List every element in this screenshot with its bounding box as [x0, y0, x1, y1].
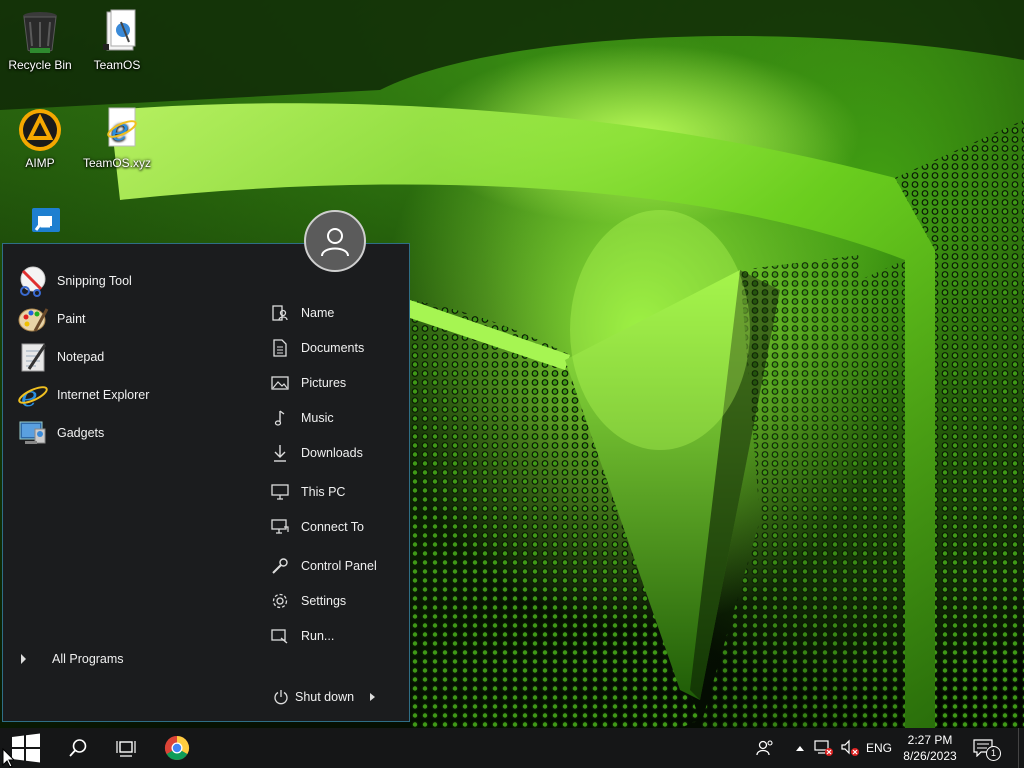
shutdown-label: Shut down [295, 690, 355, 704]
menu-item-label: Internet Explorer [57, 388, 150, 402]
clock-time: 2:27 PM [907, 733, 953, 747]
aimp-icon [16, 106, 64, 154]
user-avatar-icon [318, 224, 352, 258]
taskbar-chrome-button[interactable] [156, 728, 198, 768]
desktop-icon-recycle-bin[interactable]: Recycle Bin [0, 8, 80, 72]
language-indicator: ENG [865, 741, 892, 755]
place-connect-to[interactable]: Connect To [269, 513, 404, 541]
place-music[interactable]: Music [269, 404, 404, 432]
place-control-panel[interactable]: Control Panel [269, 552, 404, 580]
control-panel-icon [269, 555, 291, 577]
desktop: Recycle Bin TeamOS AIMP e TeamOS.xyz Sni… [0, 0, 1024, 768]
computer-icon [269, 481, 291, 503]
desktop-icon-label: AIMP [25, 156, 55, 170]
menu-item-paint[interactable]: Paint [17, 302, 237, 336]
menu-item-label: Paint [57, 312, 86, 326]
all-programs-label: All Programs [52, 652, 124, 666]
taskbar: ENG 2:27 PM 8/26/2023 1 [0, 728, 1024, 768]
menu-item-internet-explorer[interactable]: e Internet Explorer [17, 378, 237, 413]
expand-arrow-icon [21, 654, 26, 664]
place-run[interactable]: Run... [269, 622, 404, 650]
action-center-button[interactable]: 1 [968, 728, 1001, 768]
user-folder-icon [269, 302, 291, 324]
documents-icon [269, 337, 291, 359]
place-documents[interactable]: Documents [269, 334, 404, 362]
power-icon [273, 689, 289, 705]
notification-count-badge: 1 [986, 746, 1001, 761]
gadgets-icon [17, 417, 49, 449]
connect-to-icon [269, 516, 291, 538]
menu-item-label: Snipping Tool [57, 274, 132, 288]
place-label: Name [301, 306, 335, 320]
recycle-bin-icon [16, 8, 64, 56]
clock-button[interactable]: 2:27 PM 8/26/2023 [898, 728, 962, 768]
volume-muted-icon [840, 739, 860, 757]
task-view-button[interactable] [106, 728, 146, 768]
pictures-icon [269, 372, 291, 394]
notification-icon: 1 [973, 739, 1001, 761]
desktop-icon-label: TeamOS.xyz [82, 156, 151, 170]
folder-icon [93, 8, 141, 56]
show-desktop-button[interactable] [1018, 728, 1024, 768]
place-label: Settings [301, 594, 347, 608]
menu-item-gadgets[interactable]: Gadgets [17, 416, 237, 450]
place-label: Pictures [301, 376, 347, 390]
desktop-icon-label: TeamOS [93, 58, 141, 72]
internet-explorer-icon: e [93, 106, 141, 154]
task-view-icon [116, 738, 136, 758]
notepad-icon [17, 341, 49, 373]
desktop-icon-aimp[interactable]: AIMP [0, 106, 80, 170]
paint-icon [17, 303, 49, 335]
menu-item-label: Gadgets [57, 426, 105, 440]
place-label: Connect To [301, 520, 365, 534]
place-label: This PC [301, 485, 346, 499]
internet-explorer-icon: e [17, 379, 49, 413]
place-label: Control Panel [301, 559, 377, 573]
music-icon [269, 407, 291, 429]
place-pictures[interactable]: Pictures [269, 369, 404, 397]
place-label: Run... [301, 629, 335, 643]
user-avatar[interactable] [304, 210, 366, 272]
shutdown-button[interactable]: Shut down [273, 685, 354, 709]
menu-item-label: Notepad [57, 350, 105, 364]
desktop-icon-teamos[interactable]: TeamOS [77, 8, 157, 72]
place-label: Downloads [301, 446, 363, 460]
windows-logo-icon [10, 732, 42, 764]
shutdown-options-button[interactable] [365, 685, 379, 709]
run-icon [269, 625, 291, 647]
place-name[interactable]: Name [269, 299, 404, 327]
network-disconnected-icon [814, 739, 834, 757]
place-this-pc[interactable]: This PC [269, 478, 404, 506]
desktop-icon-teamos-xyz[interactable]: e TeamOS.xyz [77, 106, 157, 170]
volume-button[interactable] [838, 728, 862, 768]
downloads-icon [269, 442, 291, 464]
people-icon [756, 739, 774, 757]
place-settings[interactable]: Settings [269, 587, 404, 615]
chrome-icon [164, 735, 190, 761]
menu-item-notepad[interactable]: Notepad [17, 340, 237, 374]
all-programs-button[interactable]: All Programs [17, 647, 124, 671]
place-downloads[interactable]: Downloads [269, 439, 404, 467]
show-hidden-icons-button[interactable] [790, 728, 810, 768]
chevron-right-icon [369, 693, 375, 701]
desktop-icon-label: Recycle Bin [8, 58, 72, 72]
place-label: Documents [301, 341, 365, 355]
people-button[interactable] [752, 728, 778, 768]
chevron-up-icon [796, 745, 804, 751]
snipping-tool-icon [17, 265, 49, 297]
start-menu: Snipping Tool Paint Notepad e Internet E… [2, 243, 410, 722]
menu-item-snipping-tool[interactable]: Snipping Tool [17, 264, 237, 298]
network-status-button[interactable] [812, 728, 836, 768]
search-button[interactable] [58, 728, 98, 768]
svg-text:e: e [111, 113, 129, 148]
search-icon [68, 738, 88, 758]
settings-gear-icon [269, 590, 291, 612]
clock-date: 8/26/2023 [903, 749, 957, 763]
mouse-cursor-icon [2, 748, 14, 768]
place-label: Music [301, 411, 334, 425]
input-language-button[interactable]: ENG [863, 728, 895, 768]
